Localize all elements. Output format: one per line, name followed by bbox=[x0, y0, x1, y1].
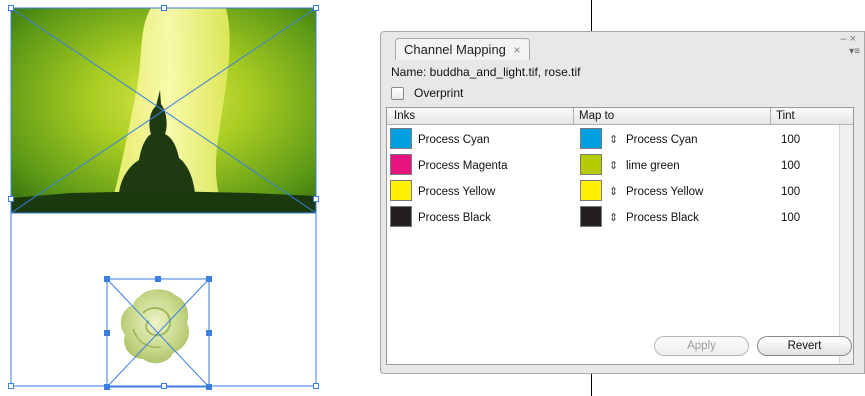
ink-name: Process Yellow bbox=[418, 186, 496, 198]
tint-value[interactable]: 100 bbox=[781, 212, 800, 224]
column-header-tint[interactable]: Tint bbox=[770, 108, 840, 125]
channel-table: Inks Map to Tint Process Cyan ⇕ Process … bbox=[386, 107, 854, 365]
page-guide-line bbox=[591, 374, 592, 396]
ink-name: Process Black bbox=[418, 212, 491, 224]
resize-handle[interactable] bbox=[313, 5, 319, 11]
column-header-map-to[interactable]: Map to bbox=[573, 108, 770, 125]
resize-handle[interactable] bbox=[8, 5, 14, 11]
rose-resize-handle[interactable] bbox=[104, 384, 110, 390]
document-canvas bbox=[0, 0, 360, 396]
rose-resize-handle[interactable] bbox=[206, 330, 212, 336]
table-header: Inks Map to Tint bbox=[387, 108, 853, 125]
close-icon[interactable]: × bbox=[514, 43, 521, 57]
map-swatch bbox=[580, 154, 602, 175]
minimize-icon[interactable]: – × bbox=[840, 34, 856, 45]
overprint-label: Overprint bbox=[414, 86, 464, 100]
panel-header: Channel Mapping × – × ▾≡ bbox=[381, 32, 864, 62]
ink-swatch bbox=[390, 206, 412, 227]
tint-value[interactable]: 100 bbox=[781, 134, 800, 146]
resize-handle[interactable] bbox=[313, 196, 319, 202]
page-guide-line bbox=[591, 0, 592, 31]
map-swatch bbox=[580, 128, 602, 149]
table-row[interactable]: Process Cyan ⇕ Process Cyan 100 bbox=[387, 128, 837, 154]
buddha-image[interactable] bbox=[11, 8, 316, 213]
resize-handle[interactable] bbox=[8, 383, 14, 389]
rose-resize-handle[interactable] bbox=[104, 330, 110, 336]
map-dropdown-arrows-icon[interactable]: ⇕ bbox=[609, 133, 618, 146]
map-to-select[interactable]: Process Cyan bbox=[626, 134, 698, 146]
channel-mapping-panel: Channel Mapping × – × ▾≡ Name: buddha_an… bbox=[380, 31, 865, 374]
map-swatch bbox=[580, 206, 602, 227]
table-row[interactable]: Process Magenta ⇕ lime green 100 bbox=[387, 154, 837, 180]
rose-resize-handle[interactable] bbox=[104, 276, 110, 282]
overprint-checkbox[interactable] bbox=[391, 86, 404, 100]
tab-channel-mapping[interactable]: Channel Mapping × bbox=[395, 38, 530, 60]
ink-swatch bbox=[390, 154, 412, 175]
resize-handle[interactable] bbox=[8, 196, 14, 202]
file-name-label: Name: buddha_and_light.tif, rose.tif bbox=[391, 65, 581, 79]
resize-handle[interactable] bbox=[313, 383, 319, 389]
rose-resize-handle[interactable] bbox=[155, 276, 161, 282]
ink-name: Process Magenta bbox=[418, 160, 508, 172]
map-swatch bbox=[580, 180, 602, 201]
map-to-select[interactable]: lime green bbox=[626, 160, 680, 172]
apply-button[interactable]: Apply bbox=[654, 336, 749, 356]
map-dropdown-arrows-icon[interactable]: ⇕ bbox=[609, 185, 618, 198]
rose-image[interactable] bbox=[107, 279, 209, 387]
map-to-select[interactable]: Process Yellow bbox=[626, 186, 703, 198]
tint-value[interactable]: 100 bbox=[781, 186, 800, 198]
revert-button[interactable]: Revert bbox=[757, 336, 852, 356]
tab-title: Channel Mapping bbox=[404, 42, 506, 57]
ink-name: Process Cyan bbox=[418, 134, 490, 146]
map-to-select[interactable]: Process Black bbox=[626, 212, 699, 224]
map-dropdown-arrows-icon[interactable]: ⇕ bbox=[609, 159, 618, 172]
map-dropdown-arrows-icon[interactable]: ⇕ bbox=[609, 211, 618, 224]
rose-resize-handle[interactable] bbox=[206, 384, 212, 390]
table-row[interactable]: Process Yellow ⇕ Process Yellow 100 bbox=[387, 180, 837, 206]
tint-value[interactable]: 100 bbox=[781, 160, 800, 172]
ink-swatch bbox=[390, 128, 412, 149]
panel-menu-icon[interactable]: ▾≡ bbox=[849, 46, 860, 57]
resize-handle[interactable] bbox=[161, 5, 167, 11]
column-header-inks[interactable]: Inks bbox=[394, 110, 415, 122]
overprint-option[interactable]: Overprint bbox=[391, 85, 463, 101]
ink-swatch bbox=[390, 180, 412, 201]
resize-handle[interactable] bbox=[161, 383, 167, 389]
table-row[interactable]: Process Black ⇕ Process Black 100 bbox=[387, 206, 837, 232]
table-scrollbar[interactable] bbox=[839, 125, 853, 364]
rose-resize-handle[interactable] bbox=[206, 276, 212, 282]
